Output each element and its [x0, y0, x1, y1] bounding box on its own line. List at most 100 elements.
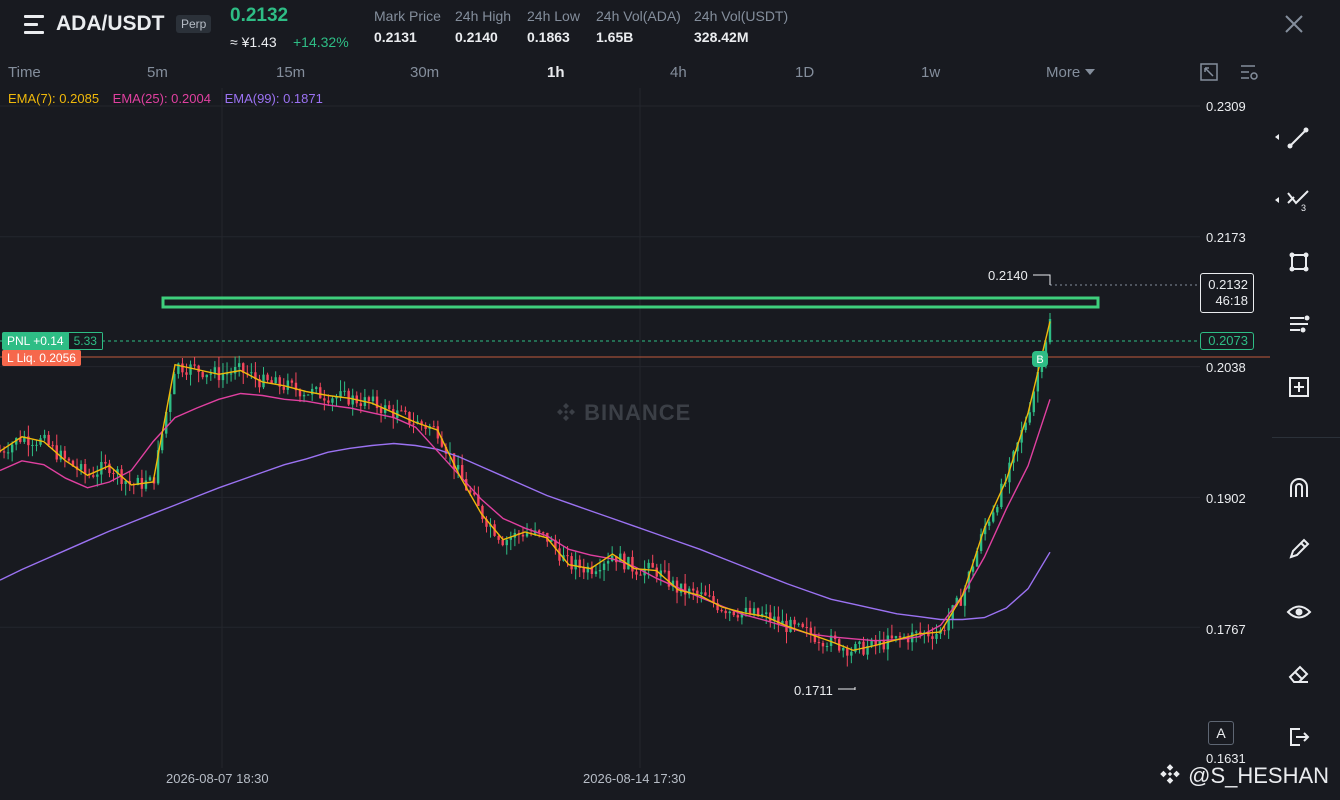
tab-5m[interactable]: 5m — [147, 64, 168, 81]
candle-body — [456, 465, 460, 470]
candle-body — [412, 423, 415, 425]
candle-body — [594, 571, 598, 575]
candle-body — [708, 595, 711, 597]
candle-body — [501, 539, 504, 546]
shape-tool-icon[interactable] — [1286, 249, 1312, 275]
menu-icon[interactable] — [24, 15, 46, 35]
candle-body — [250, 372, 253, 374]
magnet-icon[interactable] — [1286, 475, 1312, 501]
chart-grid — [0, 88, 1200, 768]
candle-body — [10, 444, 14, 453]
toolbar-divider — [1272, 437, 1340, 438]
resistance-box — [161, 296, 1100, 309]
time-axis-label: 2026-08-14 17:30 — [583, 771, 686, 786]
auto-scale-button[interactable]: A — [1208, 721, 1234, 745]
candle-body — [846, 647, 849, 656]
stat-24h-vol-quote: 24h Vol(USDT) 328.42M — [694, 8, 788, 45]
candle-body — [627, 556, 630, 570]
candle-body — [801, 623, 804, 627]
stat-label: Mark Price — [374, 8, 441, 24]
candle-body — [282, 386, 285, 390]
candle-body — [631, 556, 634, 572]
tab-more[interactable]: More — [1046, 64, 1096, 81]
position-pnl-tag[interactable]: PNL +0.14 5.33 — [2, 332, 103, 350]
binance-logo-icon — [1160, 764, 1180, 784]
candle-body — [882, 640, 885, 650]
candle-body — [209, 373, 213, 375]
candle-body — [274, 377, 277, 384]
tab-15m[interactable]: 15m — [276, 64, 305, 81]
candle-body — [744, 607, 748, 613]
candle-body — [112, 473, 115, 475]
tab-time[interactable]: Time — [8, 64, 41, 81]
candle-body — [404, 410, 407, 412]
tab-1d[interactable]: 1D — [795, 64, 814, 81]
measure-tool-icon[interactable] — [1286, 374, 1312, 400]
close-icon[interactable] — [1284, 14, 1304, 34]
candle-body — [400, 410, 403, 412]
tab-4h[interactable]: 4h — [670, 64, 687, 81]
fib-tool-icon[interactable]: 3 — [1272, 187, 1312, 213]
stat-value: 1.65B — [596, 29, 634, 45]
stat-24h-high: 24h High 0.2140 — [455, 8, 511, 45]
candle-body — [696, 590, 699, 594]
candle-body — [185, 372, 188, 375]
buy-marker-label: B — [1036, 354, 1043, 366]
candle-body — [233, 366, 237, 374]
eraser-icon[interactable] — [1286, 661, 1312, 687]
candle-body — [367, 397, 371, 402]
ema7-legend: EMA(7): 0.2085 — [8, 91, 100, 106]
line-tool-icon[interactable] — [1272, 124, 1312, 150]
stat-24h-low: 24h Low 0.1863 — [527, 8, 580, 45]
time-axis-label: 2026-08-07 18:30 — [166, 771, 269, 786]
price-axis-label: 0.2038 — [1206, 360, 1246, 375]
price-chart[interactable]: B — [0, 88, 1270, 800]
binance-logo-icon — [557, 403, 575, 421]
candle-body — [387, 405, 391, 410]
candle-body — [266, 374, 269, 381]
tab-1w[interactable]: 1w — [921, 64, 940, 81]
tab-30m[interactable]: 30m — [410, 64, 439, 81]
candle-body — [724, 610, 727, 614]
fullscreen-icon[interactable] — [1199, 62, 1219, 82]
candle-body — [992, 512, 995, 522]
candle-body — [181, 363, 184, 373]
stat-value: 0.2131 — [374, 29, 417, 45]
candle-body — [606, 561, 610, 564]
candle-body — [229, 373, 233, 375]
candle-body — [379, 407, 383, 413]
candle-body — [189, 364, 192, 375]
candle-body — [331, 398, 334, 403]
entry-price-tag: 0.2073 — [1200, 332, 1254, 350]
tab-1h[interactable]: 1h — [547, 64, 565, 81]
candle-body — [302, 394, 306, 397]
text-tool-icon[interactable] — [1286, 311, 1312, 337]
candle-body — [221, 373, 225, 381]
candle-body — [728, 611, 731, 614]
symbol-pair[interactable]: ADA/USDT — [56, 12, 165, 36]
ema25-line — [0, 392, 1051, 642]
candle-body — [262, 374, 265, 388]
price-axis-label: 0.1767 — [1206, 622, 1246, 637]
candle-body — [339, 391, 342, 397]
high-marker-line — [1033, 274, 1051, 285]
candle-body — [704, 592, 707, 596]
stat-label: 24h High — [455, 8, 512, 24]
watermark-text: BINANCE — [584, 400, 692, 425]
eye-icon[interactable] — [1286, 599, 1312, 625]
exit-icon[interactable] — [1286, 724, 1312, 750]
candle-body — [1000, 483, 1003, 508]
settings-icon[interactable] — [1239, 62, 1259, 82]
candle-body — [237, 363, 241, 367]
candle-body — [582, 567, 585, 573]
candle-body — [290, 380, 294, 383]
pencil-icon[interactable] — [1286, 536, 1312, 562]
candle-body — [306, 394, 310, 396]
stat-label: 24h Vol(USDT) — [694, 8, 789, 24]
candle-countdown: 46:18 — [1215, 293, 1248, 308]
candle-body — [96, 474, 99, 477]
candle-body — [805, 626, 808, 628]
stat-mark-price: Mark Price 0.2131 — [374, 8, 441, 45]
candle-body — [432, 426, 435, 428]
candle-body — [639, 574, 642, 576]
